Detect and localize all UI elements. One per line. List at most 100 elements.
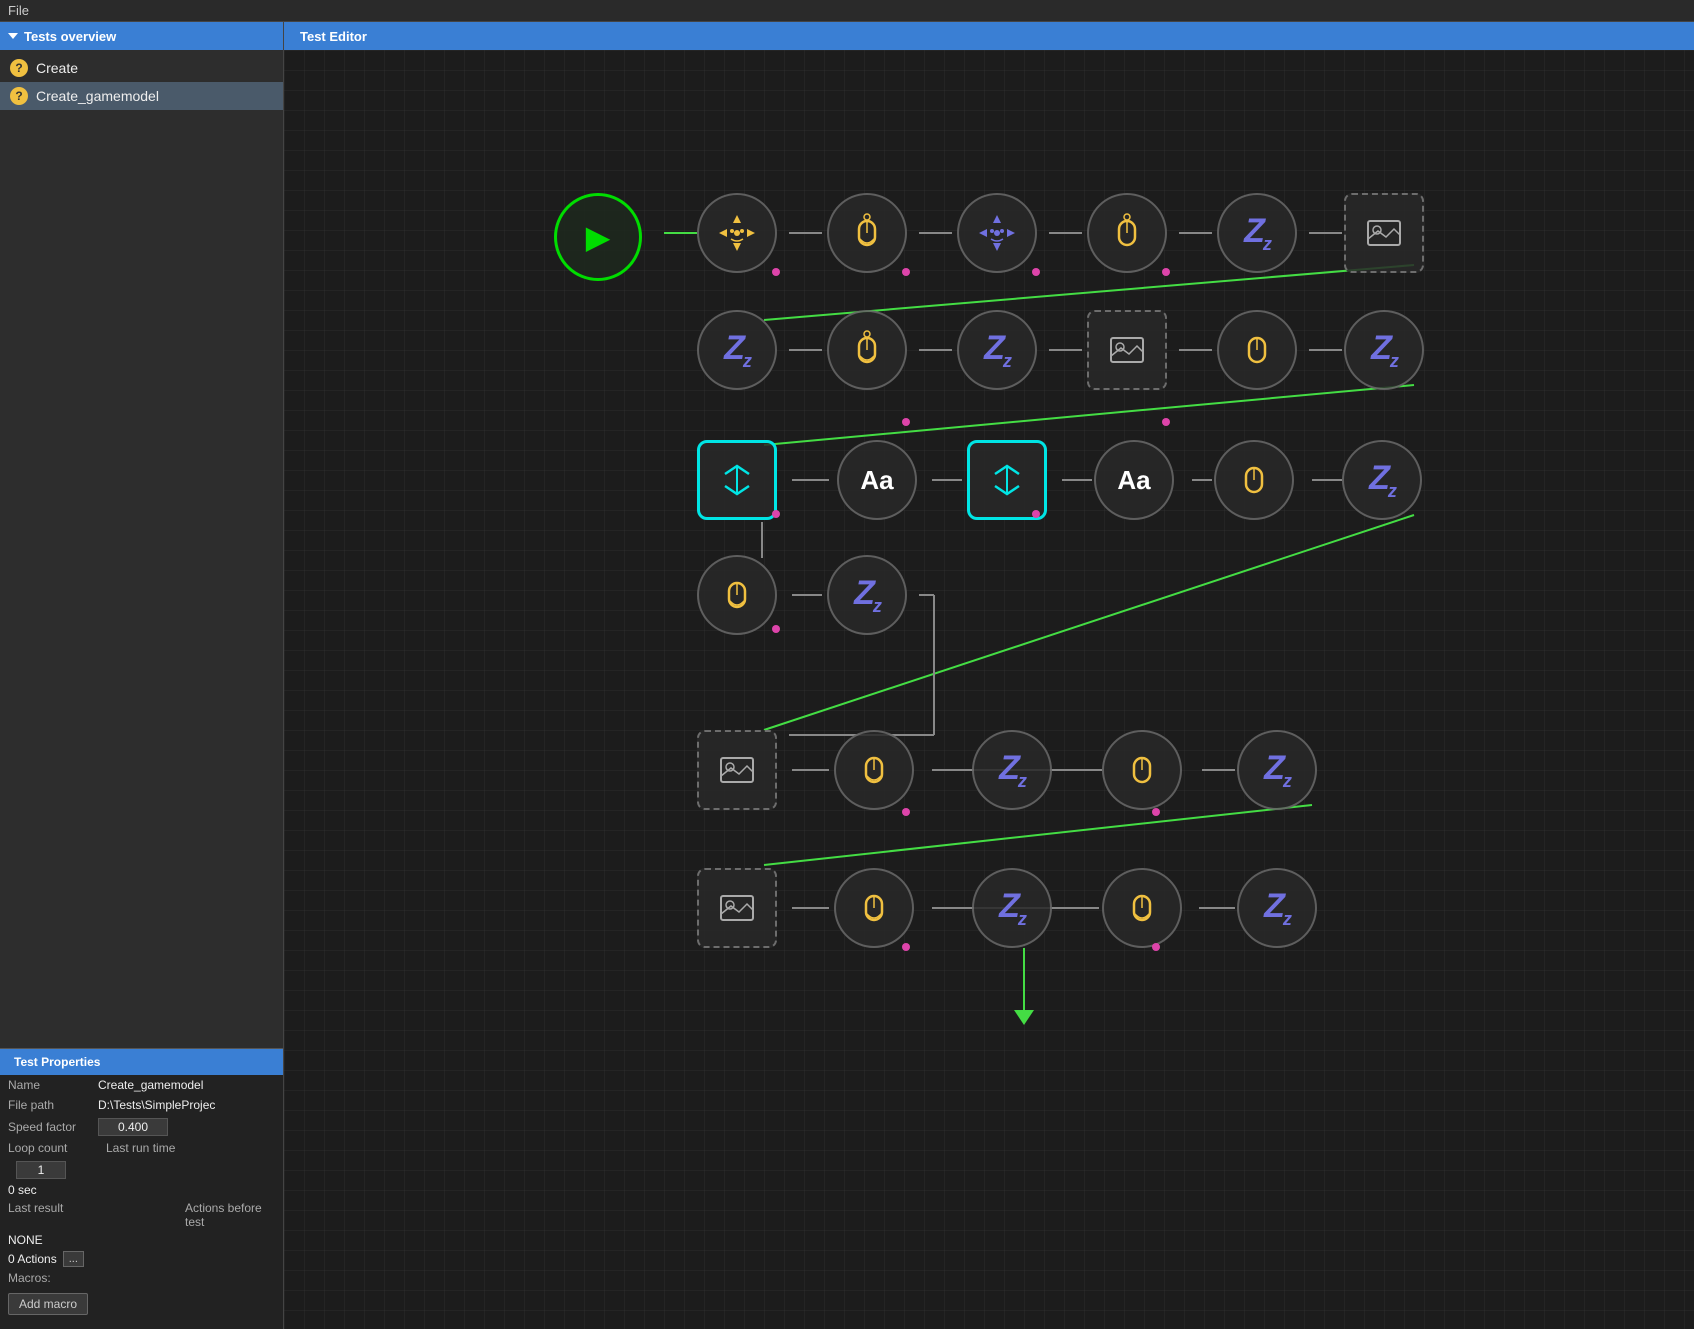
actions-count: 0 Actions <box>8 1252 57 1266</box>
swap-icon1 <box>715 458 759 502</box>
mouse-click-icon <box>1105 211 1149 255</box>
image-icon3 <box>715 748 759 792</box>
file-menu[interactable]: File <box>8 3 29 18</box>
main-layout: Tests overview ? Create ? Create_gamemod… <box>0 22 1694 1329</box>
result-value: NONE <box>8 1233 43 1247</box>
node-mouse7[interactable] <box>1102 730 1182 810</box>
editor-header: Test Editor <box>284 22 1694 50</box>
left-panel: Tests overview ? Create ? Create_gamemod… <box>0 22 284 1329</box>
mouse-y2-icon <box>845 328 889 372</box>
node-mouse3[interactable] <box>1217 310 1297 390</box>
node-mouse2[interactable] <box>1087 193 1167 273</box>
pink-dot-13 <box>1152 943 1160 951</box>
mouse-icon8 <box>852 886 896 930</box>
properties-title: Test Properties <box>14 1055 100 1069</box>
mouse-icon6 <box>852 748 896 792</box>
speed-label: Speed factor <box>8 1120 98 1134</box>
node-mouse6[interactable] <box>834 730 914 810</box>
add-macro-button[interactable]: Add macro <box>8 1293 88 1315</box>
node-mouse5[interactable] <box>697 555 777 635</box>
node-sleep3[interactable]: Zz <box>957 310 1037 390</box>
test-item-create[interactable]: ? Create <box>0 54 283 82</box>
right-panel: Test Editor <box>284 22 1694 1329</box>
image-icon2 <box>1105 328 1149 372</box>
swap-icon2 <box>985 458 1029 502</box>
mouse-icon7 <box>1120 748 1164 792</box>
pink-dot-3 <box>1032 268 1040 276</box>
node-sleep6[interactable]: Zz <box>827 555 907 635</box>
node-mouse4[interactable] <box>1214 440 1294 520</box>
node-image4[interactable] <box>697 868 777 948</box>
last-result-label: Last result <box>8 1201 98 1229</box>
last-run-label: Last run time <box>106 1141 196 1155</box>
actions-row: 0 Actions ... <box>0 1249 283 1269</box>
sleep-z2-icon: Zz <box>724 329 750 372</box>
pink-dot-7 <box>772 510 780 518</box>
mouse-icon3 <box>1235 328 1279 372</box>
tests-overview-header: Tests overview <box>0 22 283 50</box>
collapse-triangle-icon <box>8 33 18 39</box>
test-item-create-gamemodel[interactable]: ? Create_gamemodel <box>0 82 283 110</box>
node-sleep4[interactable]: Zz <box>1344 310 1424 390</box>
node-sleep7[interactable]: Zz <box>972 730 1052 810</box>
sleep-z7-icon: Zz <box>999 749 1025 792</box>
play-icon: ▶ <box>586 218 611 256</box>
node-image1[interactable] <box>1344 193 1424 273</box>
canvas-area[interactable]: ▶ <box>284 50 1694 1329</box>
mouse-icon5 <box>715 573 759 617</box>
sleep-z9-icon: Zz <box>999 887 1025 930</box>
menu-bar: File <box>0 0 1694 22</box>
name-label: Name <box>8 1078 98 1092</box>
node-swap1[interactable] <box>697 440 777 520</box>
pink-dot-8 <box>1032 510 1040 518</box>
node-mouse1[interactable] <box>827 193 907 273</box>
node-sleep5[interactable]: Zz <box>1342 440 1422 520</box>
editor-title: Test Editor <box>300 29 367 44</box>
actions-before-label: Actions before test <box>185 1201 275 1229</box>
node-text1[interactable]: Aa <box>837 440 917 520</box>
image-icon1 <box>1362 211 1406 255</box>
node-image2[interactable] <box>1087 310 1167 390</box>
node-cursor1[interactable] <box>697 193 777 273</box>
sleep-z1-icon: Zz <box>1244 212 1270 255</box>
node-play[interactable]: ▶ <box>554 193 642 281</box>
node-text2[interactable]: Aa <box>1094 440 1174 520</box>
prop-speed-row: Speed factor <box>0 1115 283 1139</box>
filepath-label: File path <box>8 1098 98 1112</box>
node-mouse9[interactable] <box>1102 868 1182 948</box>
node-sleep9[interactable]: Zz <box>972 868 1052 948</box>
mouse-icon4 <box>1232 458 1276 502</box>
name-value: Create_gamemodel <box>98 1078 203 1092</box>
test-label-gamemodel: Create_gamemodel <box>36 88 159 104</box>
test-list: ? Create ? Create_gamemodel <box>0 50 283 1048</box>
node-mouse-click2[interactable] <box>827 310 907 390</box>
prop-name-row: Name Create_gamemodel <box>0 1075 283 1095</box>
node-swap2[interactable] <box>967 440 1047 520</box>
pink-dot-12 <box>902 943 910 951</box>
node-mouse8[interactable] <box>834 868 914 948</box>
pink-dot-6 <box>1162 418 1170 426</box>
sleep-z4-icon: Zz <box>1371 329 1397 372</box>
text-aa1-icon: Aa <box>860 465 893 496</box>
macros-label: Macros: <box>8 1271 51 1285</box>
actions-dots-button[interactable]: ... <box>63 1251 84 1267</box>
sleep-z3-icon: Zz <box>984 329 1010 372</box>
test-status-icon-create: ? <box>10 59 28 77</box>
node-image3[interactable] <box>697 730 777 810</box>
text-aa2-icon: Aa <box>1117 465 1150 496</box>
node-sleep8[interactable]: Zz <box>1237 730 1317 810</box>
node-sleep2[interactable]: Zz <box>697 310 777 390</box>
node-sleep10[interactable]: Zz <box>1237 868 1317 948</box>
loop-count-input[interactable] <box>16 1161 66 1179</box>
properties-panel: Test Properties Name Create_gamemodel Fi… <box>0 1048 283 1329</box>
speed-input[interactable] <box>98 1118 168 1136</box>
time-value: 0 sec <box>8 1183 37 1197</box>
node-cursor2[interactable] <box>957 193 1037 273</box>
test-label-create: Create <box>36 60 78 76</box>
sleep-z8-icon: Zz <box>1264 749 1290 792</box>
loop-label: Loop count <box>8 1141 98 1155</box>
sleep-z5-icon: Zz <box>1369 459 1395 502</box>
image-icon4 <box>715 886 759 930</box>
node-sleep1[interactable]: Zz <box>1217 193 1297 273</box>
filepath-value: D:\Tests\SimpleProjec <box>98 1098 215 1112</box>
